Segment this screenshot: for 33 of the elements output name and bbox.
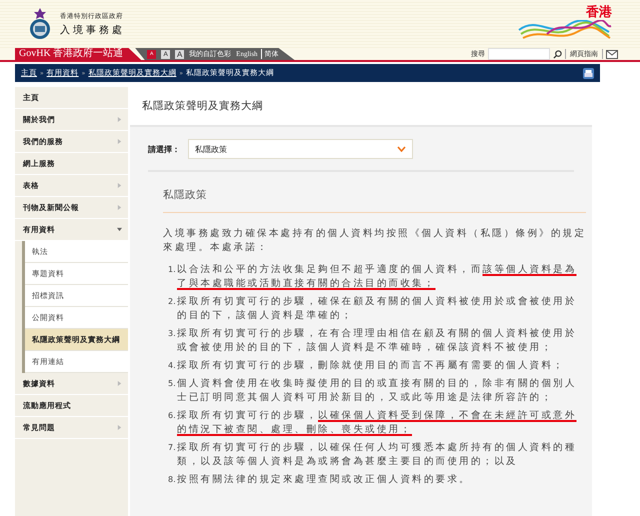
list-item-text: 採取所有切實可行的步驟，以確保任何人均可獲悉本處所持有的個人資料的種類，以及該等個人資料是為或將會為甚麼主要目的而使用的；以及 (177, 441, 578, 469)
list-item-text: 採取所有切實可行的步驟，以確保個人資料受到保障，不會在未經許可或意外的情況下被查閱、處理、刪除、喪失或使用； (177, 409, 578, 437)
list-number: 3. (168, 328, 177, 340)
list-item-text: 採取所有切實可行的步驟，刪除就使用目的而言不再屬有需要的個人資料； (177, 359, 565, 373)
list-number: 4. (168, 360, 177, 372)
page-title: 私隱政策聲明及實務大綱 (142, 99, 263, 113)
list-item-text: 個人資料會使用在收集時擬使用的目的或直接有關的目的，除非有關的個別人士已訂明同意其個人資料可用於新目的，又或此等用途是法律所容許的； (177, 377, 578, 405)
search-field[interactable] (488, 48, 550, 60)
list-number: 1. (168, 264, 177, 276)
emblem-icon (28, 7, 52, 41)
list-item-text: 採取所有切實可行的步驟，在有合理理由相信在顧及有關的個人資料被使用於或會被使用於的目的下，該個人資料是不準確時，確保該資料不被使用； (177, 327, 578, 355)
ribbon-logo-icon (517, 20, 612, 42)
govhk-link[interactable]: GovHK 香港政府一站通 (15, 48, 142, 60)
list-number: 2. (168, 296, 177, 308)
list-item-text: 按照有關法律的規定來處理查閱或改正個人資料的要求。 (177, 473, 471, 487)
section-dropdown[interactable]: 私隱政策 (188, 139, 413, 159)
select-label: 請選擇： (148, 144, 180, 154)
list-number: 5. (168, 378, 177, 390)
intro-paragraph: 入境事務處致力確保本處持有的個人資料均按照《個人資料（私隱）條例》的規定來處理。本處承諾： (163, 227, 586, 255)
list-item-text: 以合法和公平的方法收集足夠但不超乎適度的個人資料，而 該等個人資料是為了與本處職能或活動直接有關的合法目的而收集； (177, 263, 578, 291)
font-size-button[interactable]: A (175, 50, 184, 58)
list-number: 6. (168, 410, 177, 422)
department-name: 入境事務處 (60, 24, 125, 36)
mail-icon[interactable] (606, 50, 618, 58)
search-icon[interactable] (553, 50, 562, 58)
dropdown-value: 私隱政策 (195, 144, 227, 154)
list-number: 8. (168, 474, 177, 486)
list-number: 7. (168, 442, 177, 454)
list-item-text: 採取所有切實可行的步驟，確保在顧及有關的個人資料被使用於或會被使用於的目的下，該個人資料是準確的； (177, 295, 578, 323)
brand-text: 香港 (586, 6, 612, 20)
printer-icon[interactable] (583, 68, 594, 78)
section-heading: 私隱政策 (163, 188, 586, 213)
chevron-down-icon (397, 146, 406, 152)
